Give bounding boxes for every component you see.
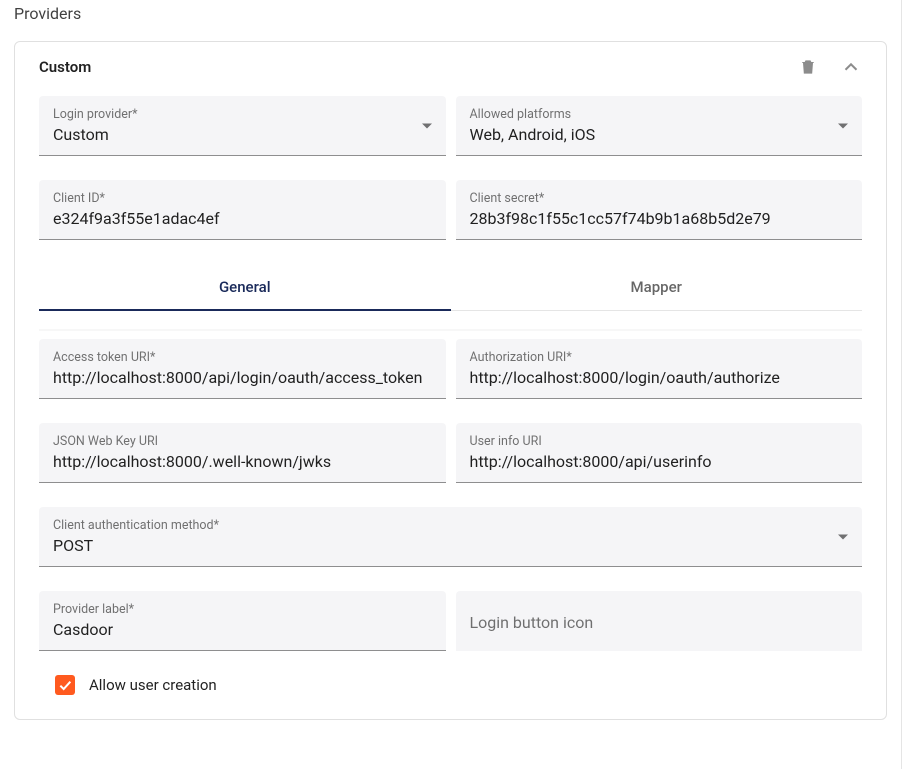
chevron-down-icon: [838, 123, 848, 128]
section-title: Providers: [14, 0, 887, 41]
allow-user-creation-label: Allow user creation: [89, 676, 217, 694]
client-id-field[interactable]: Client ID*: [39, 180, 446, 240]
card-header-actions: [798, 56, 862, 78]
tab-mapper[interactable]: Mapper: [451, 264, 863, 310]
collapse-button[interactable]: [840, 56, 862, 78]
login-provider-value: Custom: [53, 124, 432, 146]
tabs: General Mapper: [39, 264, 862, 311]
check-icon: [57, 677, 73, 693]
access-token-uri-field[interactable]: Access token URI*: [39, 339, 446, 399]
client-auth-method-select[interactable]: Client authentication method* POST: [39, 507, 862, 567]
login-button-icon-field[interactable]: Login button icon: [456, 591, 863, 651]
allowed-platforms-label: Allowed platforms: [470, 107, 849, 122]
client-id-input[interactable]: [53, 208, 432, 230]
authorization-uri-input[interactable]: [470, 367, 849, 389]
provider-label-input[interactable]: [53, 619, 432, 641]
authorization-uri-label: Authorization URI*: [470, 350, 849, 365]
allowed-platforms-value: Web, Android, iOS: [470, 124, 849, 146]
jwks-uri-input[interactable]: [53, 451, 432, 473]
client-secret-label: Client secret*: [470, 191, 849, 206]
tab-general[interactable]: General: [39, 264, 451, 310]
card-header: Custom: [39, 56, 862, 78]
client-auth-method-label: Client authentication method*: [53, 518, 848, 533]
chevron-down-icon: [422, 123, 432, 128]
divider: [39, 329, 862, 331]
user-info-uri-input[interactable]: [470, 451, 849, 473]
allowed-platforms-select[interactable]: Allowed platforms Web, Android, iOS: [456, 96, 863, 156]
allow-user-creation-row: Allow user creation: [55, 675, 862, 695]
access-token-uri-label: Access token URI*: [53, 350, 432, 365]
provider-card: Custom Login provider* Custom Allowed pl…: [14, 41, 887, 720]
card-title: Custom: [39, 58, 91, 76]
user-info-uri-label: User info URI: [470, 434, 849, 449]
delete-button[interactable]: [798, 57, 818, 77]
client-auth-method-value: POST: [53, 535, 848, 557]
user-info-uri-field[interactable]: User info URI: [456, 423, 863, 483]
trash-icon: [798, 57, 818, 77]
client-secret-field[interactable]: Client secret*: [456, 180, 863, 240]
allow-user-creation-checkbox[interactable]: [55, 675, 75, 695]
chevron-down-icon: [838, 534, 848, 539]
chevron-up-icon: [840, 56, 862, 78]
provider-label-field[interactable]: Provider label*: [39, 591, 446, 651]
provider-label-label: Provider label*: [53, 602, 432, 617]
access-token-uri-input[interactable]: [53, 367, 432, 389]
client-secret-input[interactable]: [470, 208, 849, 230]
login-provider-select[interactable]: Login provider* Custom: [39, 96, 446, 156]
client-id-label: Client ID*: [53, 191, 432, 206]
login-provider-label: Login provider*: [53, 107, 432, 122]
authorization-uri-field[interactable]: Authorization URI*: [456, 339, 863, 399]
jwks-uri-label: JSON Web Key URI: [53, 434, 432, 449]
login-button-icon-placeholder: Login button icon: [470, 613, 849, 632]
jwks-uri-field[interactable]: JSON Web Key URI: [39, 423, 446, 483]
